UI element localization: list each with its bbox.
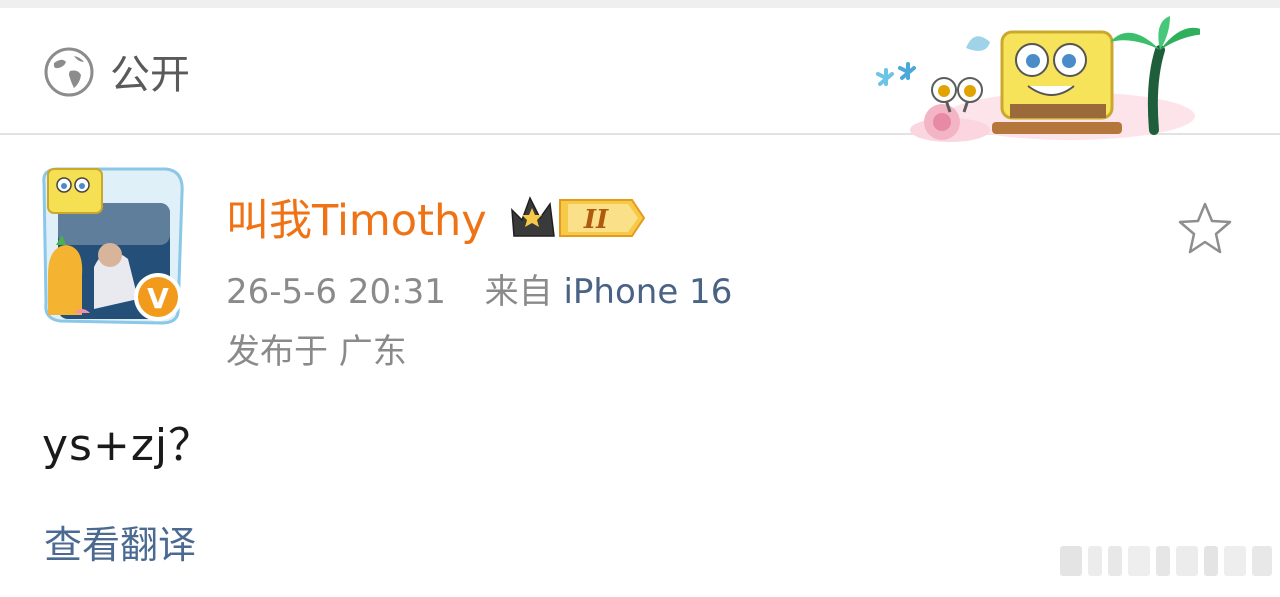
post-location: 发布于 广东 [226,332,407,372]
post-meta: 26-5-6 20:31 来自 iPhone 16 [226,270,732,314]
view-translation-link[interactable]: 查看翻译 [44,520,196,570]
visibility-header: 公开 [0,8,1280,142]
watermark-decoration [1060,546,1272,576]
member-level-text: II [583,205,609,235]
post-content: ys+zj？ [42,420,214,471]
author-name[interactable]: 叫我Timothy [226,193,487,249]
visibility-label: 公开 [110,52,190,98]
top-strip [0,0,1280,8]
post-timestamp: 26-5-6 20:31 [226,272,446,312]
star-outline-icon[interactable] [1176,200,1234,258]
crown-icon [511,196,555,237]
avatar[interactable]: V [38,163,186,325]
source-prefix: 来自 [484,272,553,312]
member-level-badge[interactable]: II [508,190,646,246]
spongebob-banner-decoration [876,16,1200,142]
globe-icon [44,47,94,97]
verified-badge: V [147,282,169,315]
post-device[interactable]: iPhone 16 [563,272,732,312]
